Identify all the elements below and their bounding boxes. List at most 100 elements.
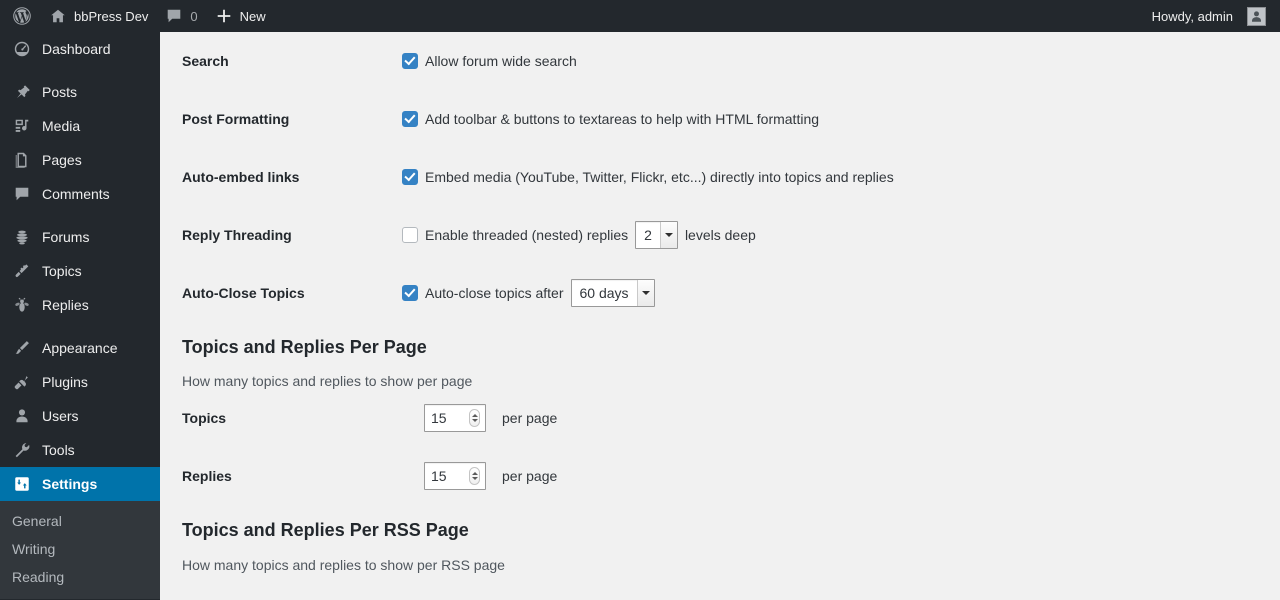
checkbox-label: Auto-close topics after: [425, 285, 564, 301]
sidebar-item-label: Media: [42, 118, 81, 134]
new-content-label: New: [239, 8, 266, 24]
dashboard-gauge-icon: [12, 39, 32, 59]
sidebar-item-label: Dashboard: [42, 41, 111, 57]
field-line: 15 per page: [380, 462, 1280, 491]
settings-sliders-icon: [12, 474, 32, 494]
settings-content: Search Allow forum wide search Post Format…: [160, 32, 1280, 600]
sidebar-item-appearance[interactable]: Appearance: [0, 331, 160, 365]
forum-settings-table: Search Allow forum wide search Post Format…: [160, 32, 1280, 322]
sidebar-item-pages[interactable]: Pages: [0, 143, 160, 177]
media-music-icon: [12, 116, 32, 136]
chevron-down-icon: [659, 222, 677, 248]
checkbox-post-formatting[interactable]: [402, 111, 418, 127]
sidebar-item-posts[interactable]: Posts: [0, 75, 160, 109]
number-input-value: 15: [431, 410, 447, 427]
sidebar-item-label: Posts: [42, 84, 78, 100]
settings-row: Search Allow forum wide search: [160, 32, 1280, 90]
number-input-value: 15: [431, 468, 447, 485]
chevron-down-icon: [636, 280, 654, 306]
sidebar-item-settings[interactable]: Settings: [0, 467, 168, 501]
sidebar-item-label: Appearance: [42, 340, 118, 356]
sidebar-item-topics[interactable]: Topics: [0, 254, 160, 288]
sidebar-item-label: Settings: [42, 476, 98, 492]
per-page-section-heading: Topics and Replies Per Page: [182, 337, 427, 357]
select-value: 60 days: [579, 285, 629, 301]
comment-bubble-icon: [164, 6, 184, 26]
field-suffix-label: levels deep: [684, 227, 756, 243]
plus-icon: [214, 6, 234, 26]
settings-row-field: Embed media (YouTube, Twitter, Flickr, e…: [380, 148, 1280, 206]
submenu-item-writing[interactable]: Writing: [0, 535, 160, 563]
sidebar-item-label: Tools: [42, 442, 75, 458]
my-account-menu[interactable]: Howdy, admin: [1144, 0, 1274, 32]
sidebar-item-dashboard[interactable]: Dashboard: [0, 32, 160, 66]
select-auto-close-topics[interactable]: 60 days: [570, 279, 655, 307]
user-avatar-icon: [1252, 10, 1261, 22]
checkbox-reply-threading[interactable]: [402, 227, 418, 243]
new-content-menu[interactable]: New: [206, 0, 274, 32]
checkbox-auto-embed-links[interactable]: [402, 169, 418, 185]
checkbox-auto-close-topics[interactable]: [402, 285, 418, 301]
sidebar-item-forums[interactable]: Forums: [0, 220, 160, 254]
checkbox-label: Allow forum wide search: [425, 53, 577, 69]
settings-row-field: Auto-close topics after 60 days: [380, 264, 1280, 322]
select-value: 2: [644, 227, 652, 243]
home-icon: [48, 6, 68, 26]
comments-count: 0: [190, 8, 198, 24]
field-line: Enable threaded (nested) replies 2 levels …: [380, 221, 1280, 249]
settings-submenu: General Writing Reading: [0, 501, 160, 599]
site-name-menu[interactable]: bbPress Dev: [40, 0, 156, 32]
rss-section-heading: Topics and Replies Per RSS Page: [182, 520, 469, 541]
settings-row-label: Reply Threading: [182, 227, 292, 243]
per-page-section-description: How many topics and replies to show per …: [182, 373, 473, 390]
per-page-row: Topics 15 per page: [160, 389, 1280, 447]
sidebar-item-label: Users: [42, 408, 79, 424]
wordpress-logo-icon: [12, 6, 32, 26]
user-icon: [12, 406, 32, 426]
comments-menu[interactable]: 0: [156, 0, 205, 32]
sidebar-item-label: Topics: [42, 263, 82, 279]
menu-separator: [0, 211, 160, 220]
settings-row-label: Search: [182, 53, 229, 69]
settings-row-label: Auto-Close Topics: [182, 285, 305, 301]
pages-icon: [12, 150, 32, 170]
submenu-item-general[interactable]: General: [0, 507, 160, 535]
per-page-row-label: Topics: [182, 410, 227, 427]
per-page-row-field: 15 per page: [380, 389, 1280, 447]
settings-row: Post Formatting Add toolbar & buttons to …: [160, 90, 1280, 148]
admin-sidebar-menu: Dashboard Posts Media Pages Comments Forums To…: [0, 32, 168, 600]
select-reply-threading[interactable]: 2: [635, 221, 678, 249]
number-input-topics[interactable]: 15: [424, 404, 486, 433]
number-stepper-icon[interactable]: [469, 467, 480, 486]
settings-row-field: Allow forum wide search: [380, 32, 1280, 90]
sidebar-item-plugins[interactable]: Plugins: [0, 365, 160, 399]
paintbrush-icon: [12, 338, 32, 358]
per-page-suffix-label: per page: [502, 468, 558, 485]
settings-row-label: Auto-embed links: [182, 169, 300, 185]
settings-row-field: Add toolbar & buttons to textareas to he…: [380, 90, 1280, 148]
submenu-item-reading[interactable]: Reading: [0, 563, 160, 591]
howdy-label: Howdy, admin: [1151, 8, 1233, 24]
sidebar-item-users[interactable]: Users: [0, 399, 160, 433]
avatar: [1247, 6, 1266, 26]
sidebar-item-replies[interactable]: Replies: [0, 288, 160, 322]
checkbox-search[interactable]: [402, 53, 418, 69]
wrench-icon: [12, 440, 32, 460]
per-page-table: Topics 15 per page Replies 15 per page: [160, 389, 1280, 505]
number-stepper-icon[interactable]: [469, 409, 480, 428]
sidebar-item-label: Plugins: [42, 374, 88, 390]
field-line: Add toolbar & buttons to textareas to he…: [380, 111, 1280, 127]
checkbox-label: Enable threaded (nested) replies: [425, 227, 629, 243]
sidebar-item-media[interactable]: Media: [0, 109, 160, 143]
admin-bar-right: Howdy, admin: [1144, 0, 1280, 32]
comment-bubble-icon: [12, 184, 32, 204]
beehive-icon: [12, 227, 32, 247]
per-page-row-field: 15 per page: [380, 447, 1280, 505]
sidebar-item-tools[interactable]: Tools: [0, 433, 160, 467]
sidebar-item-comments[interactable]: Comments: [0, 177, 160, 211]
sidebar-item-label: Forums: [42, 229, 90, 245]
menu-separator: [0, 66, 160, 75]
per-page-row-label: Replies: [182, 468, 232, 485]
wordpress-logo-menu[interactable]: [4, 0, 40, 32]
number-input-replies[interactable]: 15: [424, 462, 486, 491]
